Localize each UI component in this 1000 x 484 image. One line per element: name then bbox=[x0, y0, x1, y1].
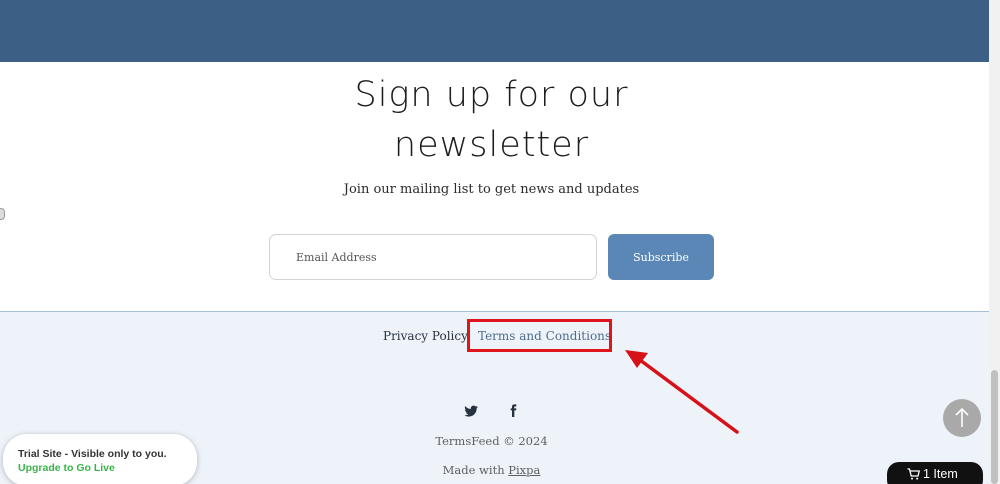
arrow-up-icon bbox=[955, 407, 969, 427]
cart-label: 1 Item bbox=[923, 467, 958, 481]
cart-icon bbox=[907, 468, 921, 480]
upgrade-to-go-live-link[interactable]: Upgrade to Go Live bbox=[18, 462, 115, 474]
trial-site-badge: Trial Site - Visible only to you. Upgrad… bbox=[3, 434, 197, 484]
trial-site-text: Trial Site - Visible only to you. bbox=[18, 448, 167, 460]
cart-button[interactable]: 1 Item bbox=[887, 462, 983, 484]
back-to-top-button[interactable] bbox=[943, 399, 981, 437]
left-scroll-handle[interactable] bbox=[0, 208, 5, 220]
annotation-arrow-icon bbox=[625, 350, 739, 434]
scrollbar-thumb[interactable] bbox=[991, 370, 998, 484]
page-scrollbar[interactable] bbox=[989, 0, 1000, 484]
